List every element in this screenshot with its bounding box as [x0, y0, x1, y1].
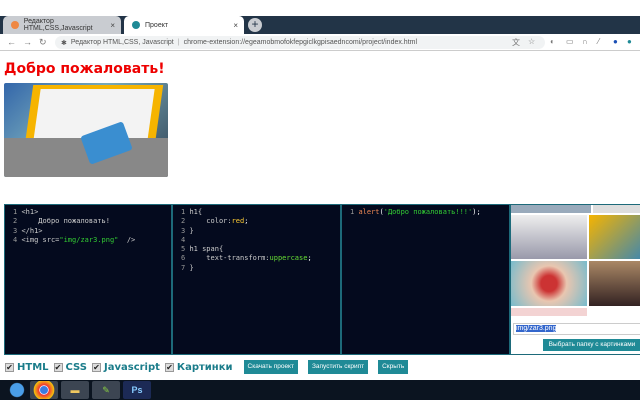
image-thumbnail[interactable]: [593, 205, 640, 213]
javascript-label: Javascript: [104, 361, 160, 373]
code-line: 3 }: [181, 226, 194, 235]
image-thumbnail[interactable]: [589, 261, 640, 306]
html-editor[interactable]: 1 <h1> 2 Добро пожаловать! 3 </h1> 4 <img s…: [5, 205, 173, 354]
images-checkbox[interactable]: ✔: [164, 362, 174, 372]
project-favicon-icon: [132, 21, 140, 29]
photoshop-taskbar-icon[interactable]: Ps: [123, 381, 151, 399]
js-editor[interactable]: 1 alert('Добро пожаловать!!!');: [342, 205, 511, 354]
tab-title: Редактор HTML,CSS,Javascript: [23, 18, 93, 32]
css-editor[interactable]: 1 h1{2 color:red; 3 } 4 5 h1 span{6 text-t…: [173, 205, 342, 354]
code-line: 4: [181, 235, 186, 244]
extension-icon[interactable]: ▭: [566, 37, 574, 46]
close-tab-icon[interactable]: ×: [233, 21, 238, 30]
url-text: chrome-extension://egeamobmofokfepgiclkg…: [183, 39, 418, 46]
site-name: Редактор HTML,CSS, Javascript: [70, 39, 174, 46]
code-line: 6 text-transform:uppercase;: [181, 254, 312, 263]
code-line: 2 Добро пожаловать!: [13, 217, 110, 226]
profile-icon[interactable]: ●: [627, 37, 632, 46]
images-label: Картинки: [176, 361, 233, 373]
controls-bar: ✔ HTML ✔ CSS ✔ Javascript ✔ Картинки Скачать…: [5, 359, 409, 375]
code-line: 1 <h1>: [13, 208, 39, 216]
run-script-button[interactable]: Запустить скрипт: [307, 360, 369, 374]
download-project-button[interactable]: Скачать проект: [243, 360, 298, 374]
notepad-taskbar-icon[interactable]: ✎: [92, 381, 120, 399]
extension-icon[interactable]: ◐: [550, 37, 555, 46]
bookmark-star-icon[interactable]: ☆: [528, 37, 535, 46]
code-line: 7 }: [181, 263, 194, 272]
css-label: CSS: [65, 361, 87, 373]
headphones-icon[interactable]: ∩: [582, 37, 588, 46]
tab-project[interactable]: Проект ×: [124, 16, 244, 34]
javascript-checkbox[interactable]: ✔: [92, 362, 101, 372]
tab-editor[interactable]: Редактор HTML,CSS,Javascript ×: [3, 16, 121, 34]
code-editor: 1 <h1> 2 Добро пожаловать! 3 </h1> 4 <img s…: [4, 204, 640, 355]
code-line: 1 alert('Добро пожаловать!!!');: [350, 208, 481, 216]
close-tab-icon[interactable]: ×: [110, 21, 115, 30]
image-thumbnail[interactable]: [511, 308, 587, 316]
image-thumbnail[interactable]: [511, 215, 587, 259]
new-tab-button[interactable]: +: [248, 18, 262, 32]
browser-tabstrip: Редактор HTML,CSS,Javascript × Проект × +: [0, 0, 640, 34]
address-bar: ← → ↻ ✱ Редактор HTML,CSS, Javascript | …: [0, 34, 640, 51]
start-button-icon[interactable]: [3, 381, 31, 399]
extension-icon[interactable]: ●: [613, 37, 618, 46]
code-line: 1 h1{: [181, 208, 203, 216]
editor-favicon-icon: [11, 21, 19, 29]
chrome-taskbar-icon[interactable]: [30, 381, 58, 399]
taskbar: ▬ ✎ Ps: [0, 380, 640, 400]
code-line: 5 h1 span{: [181, 245, 224, 254]
laptop-image: [4, 83, 168, 177]
html-checkbox[interactable]: ✔: [5, 362, 14, 372]
image-path-input[interactable]: img/zar3.png: [513, 323, 640, 335]
eyedropper-icon[interactable]: ⁄: [598, 37, 599, 46]
image-thumbnail[interactable]: [511, 261, 587, 306]
tab-title: Проект: [145, 21, 169, 29]
reload-icon[interactable]: ↻: [39, 37, 47, 48]
page-title: Добро пожаловать!: [4, 61, 165, 77]
css-checkbox[interactable]: ✔: [53, 362, 63, 372]
image-thumbnail[interactable]: [589, 215, 640, 259]
forward-icon[interactable]: →: [23, 37, 32, 47]
html-label: HTML: [17, 361, 49, 373]
hide-button[interactable]: Скрыть: [378, 360, 409, 374]
image-thumbnail[interactable]: [511, 205, 591, 213]
code-line: 3 </h1>: [13, 226, 43, 235]
image-gallery: img/zar3.png Выбрать папку с картинками: [511, 205, 640, 354]
back-icon[interactable]: ←: [7, 37, 16, 47]
explorer-taskbar-icon[interactable]: ▬: [61, 381, 89, 399]
choose-folder-button[interactable]: Выбрать папку с картинками: [543, 339, 640, 351]
translate-icon[interactable]: 文: [512, 37, 520, 48]
extension-icon: ✱: [61, 39, 67, 47]
url-input[interactable]: ✱ Редактор HTML,CSS, Javascript | chrome…: [55, 36, 545, 49]
code-line: 2 color:red;: [181, 217, 249, 226]
url-separator: |: [177, 39, 180, 46]
code-line: 4 <img src="img/zar3.png" />: [13, 235, 136, 244]
